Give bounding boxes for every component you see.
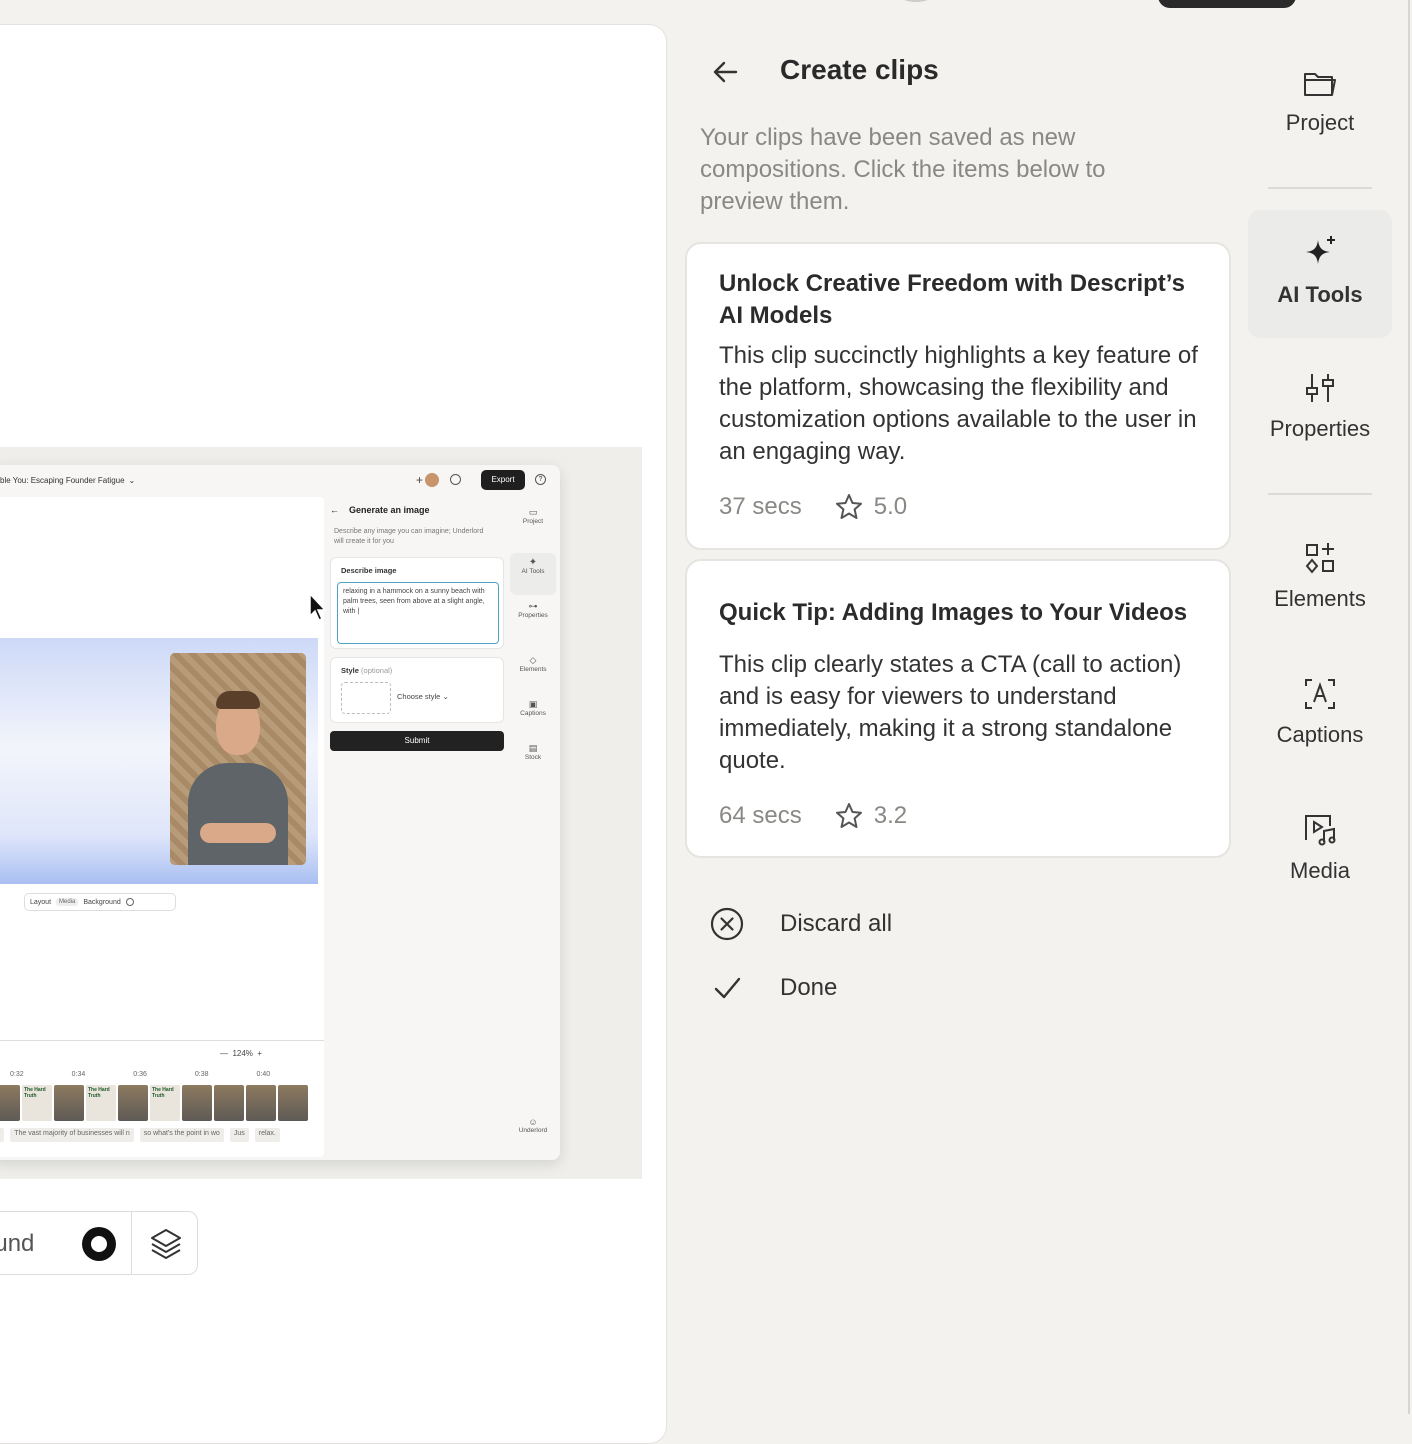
rail-item-project[interactable]: Project [1248, 52, 1392, 180]
clip-title: Quick Tip: Adding Images to Your Videos [719, 599, 1188, 626]
background-label: ound [0, 1230, 35, 1257]
embedded-screenshot: ble You: Escaping Founder Fatigue ⌄ + Exp… [0, 465, 560, 1160]
timeline-clips: The Hard Truth The Hard Truth The Hard Tru… [0, 1085, 324, 1121]
add-collaborator-icon: + [416, 473, 424, 487]
star-icon [835, 803, 862, 828]
panel-description: Your clips have been saved as new compos… [700, 124, 1106, 215]
submit-button: Submit [330, 731, 504, 751]
rail-item-elements[interactable]: Elements [1248, 522, 1392, 650]
rail-item-media[interactable]: Media [1248, 794, 1392, 922]
clip-duration: 64 secs [719, 802, 802, 829]
clip-card[interactable]: Unlock Creative Freedom with Descript’s … [685, 242, 1231, 550]
export-button: Export [481, 470, 525, 490]
background-color-swatch[interactable] [82, 1227, 116, 1261]
checkmark-icon [714, 977, 741, 999]
timeline-ticks: 0:32 0:34 0:36 0:38 0:40 [10, 1071, 271, 1078]
window-edge [1408, 0, 1410, 1414]
sparkle-icon [1306, 236, 1335, 264]
done-button[interactable]: Done [708, 968, 837, 1008]
speaker-video [170, 653, 306, 865]
back-arrow-icon[interactable] [708, 56, 744, 88]
rail-item-properties[interactable]: Properties [1248, 352, 1392, 480]
layers-icon[interactable] [148, 1226, 184, 1262]
clip-description: This clip clearly states a CTA (call to … [719, 651, 1182, 774]
rail-item-ai-tools[interactable]: AI Tools [1248, 210, 1392, 338]
clip-duration: 37 secs [719, 493, 802, 520]
folder-icon [1304, 73, 1336, 96]
doc-title: ble You: Escaping Founder Fatigue ⌄ [0, 476, 136, 485]
mini-rail: ▭ Project ✦ AI Tools ⊶ Properties ◇ Elements… [510, 505, 558, 1155]
rail-item-captions[interactable]: Captions [1248, 658, 1392, 786]
panel-title: Create clips [780, 54, 939, 85]
close-circle-icon [710, 907, 744, 941]
bottom-toolbar: ound [0, 1211, 198, 1275]
captions-icon [1305, 679, 1335, 709]
create-clips-panel: Create clips Your clips have been saved … [668, 0, 1244, 1414]
generate-image-panel: ← Generate an image Describe any image yo… [330, 499, 508, 1139]
discard-all-button[interactable]: Discard all [708, 904, 892, 944]
shapes-icon [1305, 543, 1334, 574]
discard-all-label: Discard all [780, 910, 893, 937]
sliders-icon [1306, 374, 1334, 402]
done-label: Done [780, 974, 838, 1001]
tool-rail: Project AI Tools Properties Elements Cap… [1244, 0, 1412, 1414]
preview-frame[interactable]: ble You: Escaping Founder Fatigue ⌄ + Exp… [0, 447, 642, 1179]
clip-rating: 5.0 [873, 493, 908, 520]
clip-card[interactable]: Quick Tip: Adding Images to Your Videos … [685, 559, 1231, 858]
zoom-level: — 124% + [220, 1049, 263, 1058]
layout-bar: Layout Media Background [24, 893, 176, 911]
clip-meta: 37 secs 5.0 [719, 492, 907, 522]
media-icon [1305, 815, 1336, 846]
clip-description: This clip succinctly highlights a key fe… [719, 342, 1198, 465]
transcript-track: ar The vast majority of businesses will … [0, 1128, 324, 1142]
mouse-cursor-icon [309, 592, 327, 621]
clip-title: Unlock Creative Freedom with Descript’s … [719, 270, 1185, 329]
comment-icon [450, 474, 461, 485]
star-icon [835, 494, 862, 519]
clip-meta: 64 secs 3.2 [719, 801, 907, 831]
help-icon: ? [535, 474, 546, 485]
avatar [425, 473, 439, 487]
clip-rating: 3.2 [873, 802, 908, 829]
